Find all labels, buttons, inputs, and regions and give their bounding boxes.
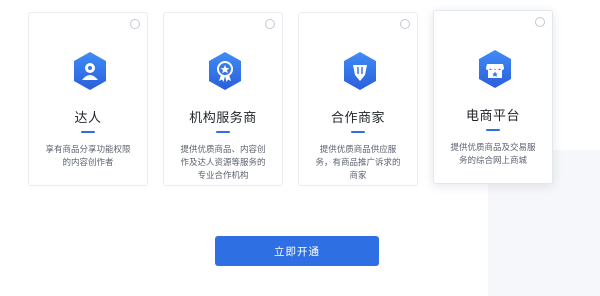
card-description: 提供优质商品供应服 务，有商品推广诉求的 商家 xyxy=(315,145,401,181)
card-title: 机构服务商 xyxy=(189,111,257,126)
open-now-button[interactable]: 立即开通 xyxy=(215,236,379,266)
role-card-merchant[interactable]: 合作商家 提供优质商品供应服 务，有商品推广诉求的 商家 xyxy=(298,12,418,186)
store-icon xyxy=(477,49,513,89)
radio-button[interactable] xyxy=(400,19,410,29)
card-description: 享有商品分享功能权限 的内容创作者 xyxy=(45,145,131,168)
card-title: 达人 xyxy=(74,111,102,126)
card-description: 提供优质商品、内容创 作及达人资源等服务的 专业合作机构 xyxy=(180,145,266,181)
role-card-list: 达人 享有商品分享功能权限 的内容创作者 机构服务商 提供优质商品、内容创 作及… xyxy=(0,0,600,200)
person-icon xyxy=(72,51,108,91)
role-card-ecommerce-platform[interactable]: 电商平台 提供优质商品及交易服 务的综合网上商城 xyxy=(433,10,553,184)
badge-icon xyxy=(207,51,243,91)
card-description: 提供优质商品及交易服 务的综合网上商城 xyxy=(450,143,536,166)
role-card-creator[interactable]: 达人 享有商品分享功能权限 的内容创作者 xyxy=(28,12,148,186)
card-title: 合作商家 xyxy=(330,111,385,126)
diamond-pen-icon xyxy=(342,51,378,91)
radio-button[interactable] xyxy=(265,19,275,29)
radio-button[interactable] xyxy=(130,19,140,29)
title-underline xyxy=(351,131,365,133)
role-card-agency[interactable]: 机构服务商 提供优质商品、内容创 作及达人资源等服务的 专业合作机构 xyxy=(163,12,283,186)
title-underline xyxy=(486,129,500,131)
card-title: 电商平台 xyxy=(465,109,520,124)
radio-button[interactable] xyxy=(535,17,545,27)
title-underline xyxy=(81,131,95,133)
title-underline xyxy=(216,131,230,133)
